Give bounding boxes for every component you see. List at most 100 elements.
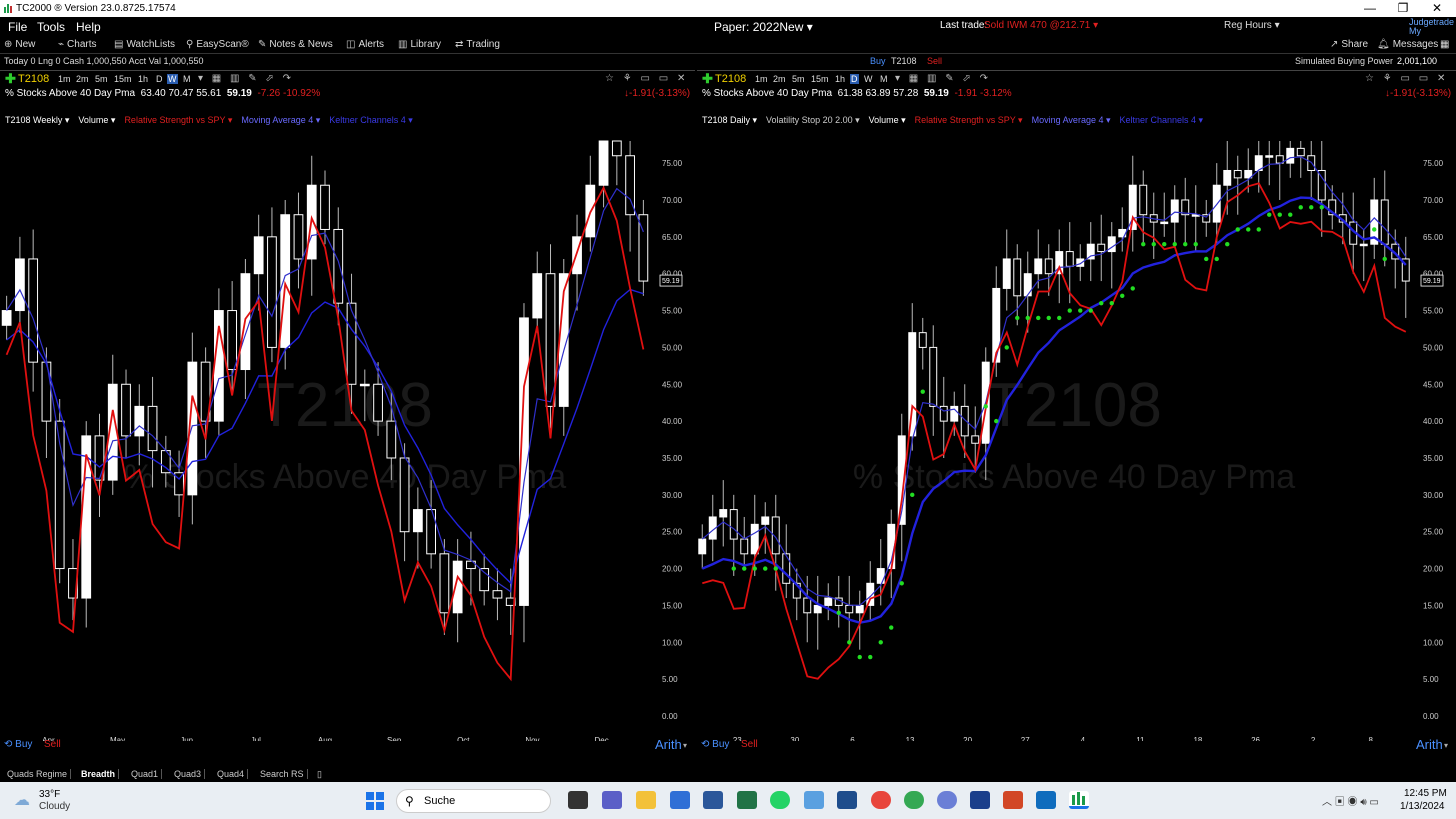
study-label[interactable]: Relative Strength vs SPY ▾ xyxy=(124,115,232,125)
new-button[interactable]: ⊕ New xyxy=(4,39,35,50)
file-explorer-icon[interactable] xyxy=(636,791,656,809)
outlook-icon[interactable] xyxy=(1036,791,1056,809)
study-label[interactable]: T2108 Weekly ▾ xyxy=(5,115,69,125)
sheet-tab-quad1[interactable]: Quad1 xyxy=(128,769,163,779)
tf-weekly[interactable]: W xyxy=(167,74,178,84)
scale-mode[interactable]: Arith xyxy=(1416,737,1443,752)
chart-tools-icons[interactable]: ▾ ▦ ▥ ✎ ⬀ ↷ xyxy=(198,73,294,84)
order-buy-button[interactable]: Buy xyxy=(870,56,886,66)
messages-button[interactable]: 🔔︎ Messages xyxy=(1377,39,1438,50)
chrome-profile-icon[interactable] xyxy=(904,791,924,809)
scale-mode[interactable]: Arith xyxy=(655,737,682,752)
last-trade-value[interactable]: Sold IWM 470 @212.71 ▾ xyxy=(984,20,1098,31)
close-button[interactable]: ✕ xyxy=(1422,1,1452,15)
candle xyxy=(803,597,812,614)
word-icon[interactable] xyxy=(703,791,723,809)
task-view-icon[interactable] xyxy=(568,791,588,809)
app-icon-2[interactable] xyxy=(970,791,990,809)
charts-button[interactable]: ⌁ Charts xyxy=(58,39,96,50)
browser-icon[interactable] xyxy=(937,791,957,809)
menu-help[interactable]: Help xyxy=(76,20,101,34)
store-icon[interactable] xyxy=(670,791,690,809)
chart-buy-button[interactable]: ⟲ Buy xyxy=(701,739,729,750)
tf-2m[interactable]: 2m xyxy=(76,74,89,84)
menu-file[interactable]: File xyxy=(8,20,27,34)
study-label[interactable]: Relative Strength vs SPY ▾ xyxy=(915,115,1023,125)
new-sheet-icon[interactable]: ▯ xyxy=(314,769,325,780)
study-label[interactable]: Volume ▾ xyxy=(78,115,115,125)
tf-1h[interactable]: 1h xyxy=(835,74,845,84)
pane-controls-icons[interactable]: ☆ ⚘ ▭ ▭ ✕ xyxy=(605,73,688,84)
chart-sell-button[interactable]: Sell xyxy=(44,739,61,750)
tf-daily[interactable]: D xyxy=(850,74,859,84)
taskbar-search[interactable]: ⚲ Suche xyxy=(396,789,551,813)
tf-monthly[interactable]: M xyxy=(183,74,191,84)
tf-1m[interactable]: 1m xyxy=(755,74,768,84)
chart-tools-icons[interactable]: ▾ ▦ ▥ ✎ ⬀ ↷ xyxy=(895,73,991,84)
sheet-tab-quad3[interactable]: Quad3 xyxy=(171,769,206,779)
excel-icon[interactable] xyxy=(737,791,757,809)
study-label[interactable]: Keltner Channels 4 ▾ xyxy=(329,115,413,125)
menu-tools[interactable]: Tools xyxy=(37,20,65,34)
easyscan-button[interactable]: ⚲ EasyScan® xyxy=(186,39,249,50)
clock-time[interactable]: 12:45 PM xyxy=(1404,788,1447,799)
teams-icon[interactable] xyxy=(602,791,622,809)
candle xyxy=(320,184,330,230)
library-button[interactable]: ▥ Library xyxy=(398,39,441,50)
order-sell-button[interactable]: Sell xyxy=(927,56,942,66)
tf-15m[interactable]: 15m xyxy=(114,74,132,84)
weekly-chart-canvas[interactable]: T2108% Stocks Above 40 Day Pma75.0070.00… xyxy=(0,126,695,741)
sheet-tab-quad4[interactable]: Quad4 xyxy=(214,769,249,779)
tc2000-taskbar-icon[interactable] xyxy=(1069,791,1089,809)
sheet-tab-breadth[interactable]: Breadth xyxy=(78,769,120,779)
clock-date[interactable]: 1/13/2024 xyxy=(1400,801,1445,812)
hours-selector[interactable]: Reg Hours ▾ xyxy=(1224,20,1280,31)
tf-5m[interactable]: 5m xyxy=(95,74,108,84)
study-label[interactable]: Moving Average 4 ▾ xyxy=(241,115,320,125)
tf-1m[interactable]: 1m xyxy=(58,74,71,84)
add-symbol-icon[interactable]: ✚ xyxy=(702,71,713,87)
calculator-icon[interactable] xyxy=(837,791,857,809)
notes-news-button[interactable]: ✎ Notes & News xyxy=(258,39,333,50)
study-label[interactable]: Keltner Channels 4 ▾ xyxy=(1119,115,1203,125)
pane-controls-icons[interactable]: ☆ ⚘ ▭ ▭ ✕ xyxy=(1365,73,1448,84)
tf-weekly[interactable]: W xyxy=(864,74,873,84)
study-label[interactable]: T2108 Daily ▾ xyxy=(702,115,757,125)
tf-daily[interactable]: D xyxy=(156,74,163,84)
layout-icon[interactable]: ▦ xyxy=(1440,39,1449,50)
windows-start-icon[interactable] xyxy=(366,792,384,810)
daily-chart-canvas[interactable]: T2108 % Stocks Above 40 Day Pma 75.00 70.00… xyxy=(697,126,1456,741)
whatsapp-icon[interactable] xyxy=(770,791,790,809)
powerpoint-icon[interactable] xyxy=(1003,791,1023,809)
study-label[interactable]: Volume ▾ xyxy=(869,115,906,125)
scale-mode-chevron-icon[interactable]: ▾ xyxy=(683,741,687,750)
trading-button[interactable]: ⇄ Trading xyxy=(455,39,500,50)
chrome-icon[interactable] xyxy=(871,791,891,809)
maximize-button[interactable]: ❐ xyxy=(1388,1,1418,15)
chart-symbol[interactable]: T2108 xyxy=(715,73,746,85)
tf-2m[interactable]: 2m xyxy=(773,74,786,84)
chart-buy-button[interactable]: ⟲ Buy xyxy=(4,739,32,750)
tf-5m[interactable]: 5m xyxy=(792,74,805,84)
tf-monthly[interactable]: M xyxy=(880,74,888,84)
scale-mode-chevron-icon[interactable]: ▾ xyxy=(1444,741,1448,750)
sheet-tab-search-rs[interactable]: Search RS xyxy=(257,769,308,779)
sheet-tab-quads-regime[interactable]: Quads Regime xyxy=(4,769,72,779)
y-tick-label: 40.00 xyxy=(662,417,683,426)
chart-sell-button[interactable]: Sell xyxy=(741,739,758,750)
alerts-button[interactable]: ◫ Alerts xyxy=(346,39,384,50)
tf-1h[interactable]: 1h xyxy=(138,74,148,84)
chart-pane-weekly[interactable]: ✚ T2108 1m 2m 5m 15m 1h D W M ▾ ▦ ▥ ✎ ⬀ … xyxy=(0,70,695,768)
study-label[interactable]: Moving Average 4 ▾ xyxy=(1032,115,1111,125)
tf-15m[interactable]: 15m xyxy=(811,74,829,84)
add-symbol-icon[interactable]: ✚ xyxy=(5,71,16,87)
watchlists-button[interactable]: ▤ WatchLists xyxy=(114,39,175,50)
account-selector[interactable]: Paper: 2022New ▾ xyxy=(714,20,813,34)
minimize-button[interactable]: — xyxy=(1355,1,1385,15)
chart-symbol[interactable]: T2108 xyxy=(18,73,49,85)
share-button[interactable]: ↗ Share xyxy=(1330,39,1368,50)
study-label[interactable]: Volatility Stop 20 2.00 ▾ xyxy=(766,115,860,125)
chart-pane-daily[interactable]: ✚ T2108 1m 2m 5m 15m 1h D W M ▾ ▦ ▥ ✎ ⬀ … xyxy=(697,70,1456,768)
system-tray-icons[interactable]: ︿ ▣ ◉ 🔊︎ ▭ xyxy=(1322,793,1379,808)
app-icon[interactable] xyxy=(804,791,824,809)
